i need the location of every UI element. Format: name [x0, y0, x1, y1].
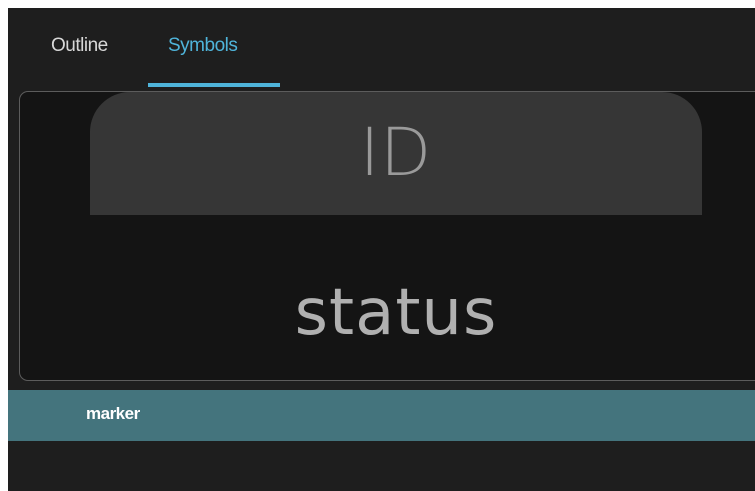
tab-outline[interactable]: Outline: [51, 8, 108, 88]
symbol-id-header: ID: [90, 92, 702, 215]
list-empty-area: [8, 441, 755, 491]
tab-bar: Outline Symbols: [8, 8, 755, 88]
symbol-preview-card: ID status: [19, 91, 755, 381]
symbol-value-label: status: [294, 276, 498, 350]
symbol-id-label: ID: [359, 114, 433, 191]
tab-symbols[interactable]: Symbols: [168, 8, 238, 88]
active-tab-indicator: [148, 83, 280, 87]
list-item-label: marker: [86, 404, 140, 423]
symbols-panel: Outline Symbols ID status marker: [8, 8, 755, 491]
list-item-selected[interactable]: marker: [8, 390, 755, 441]
